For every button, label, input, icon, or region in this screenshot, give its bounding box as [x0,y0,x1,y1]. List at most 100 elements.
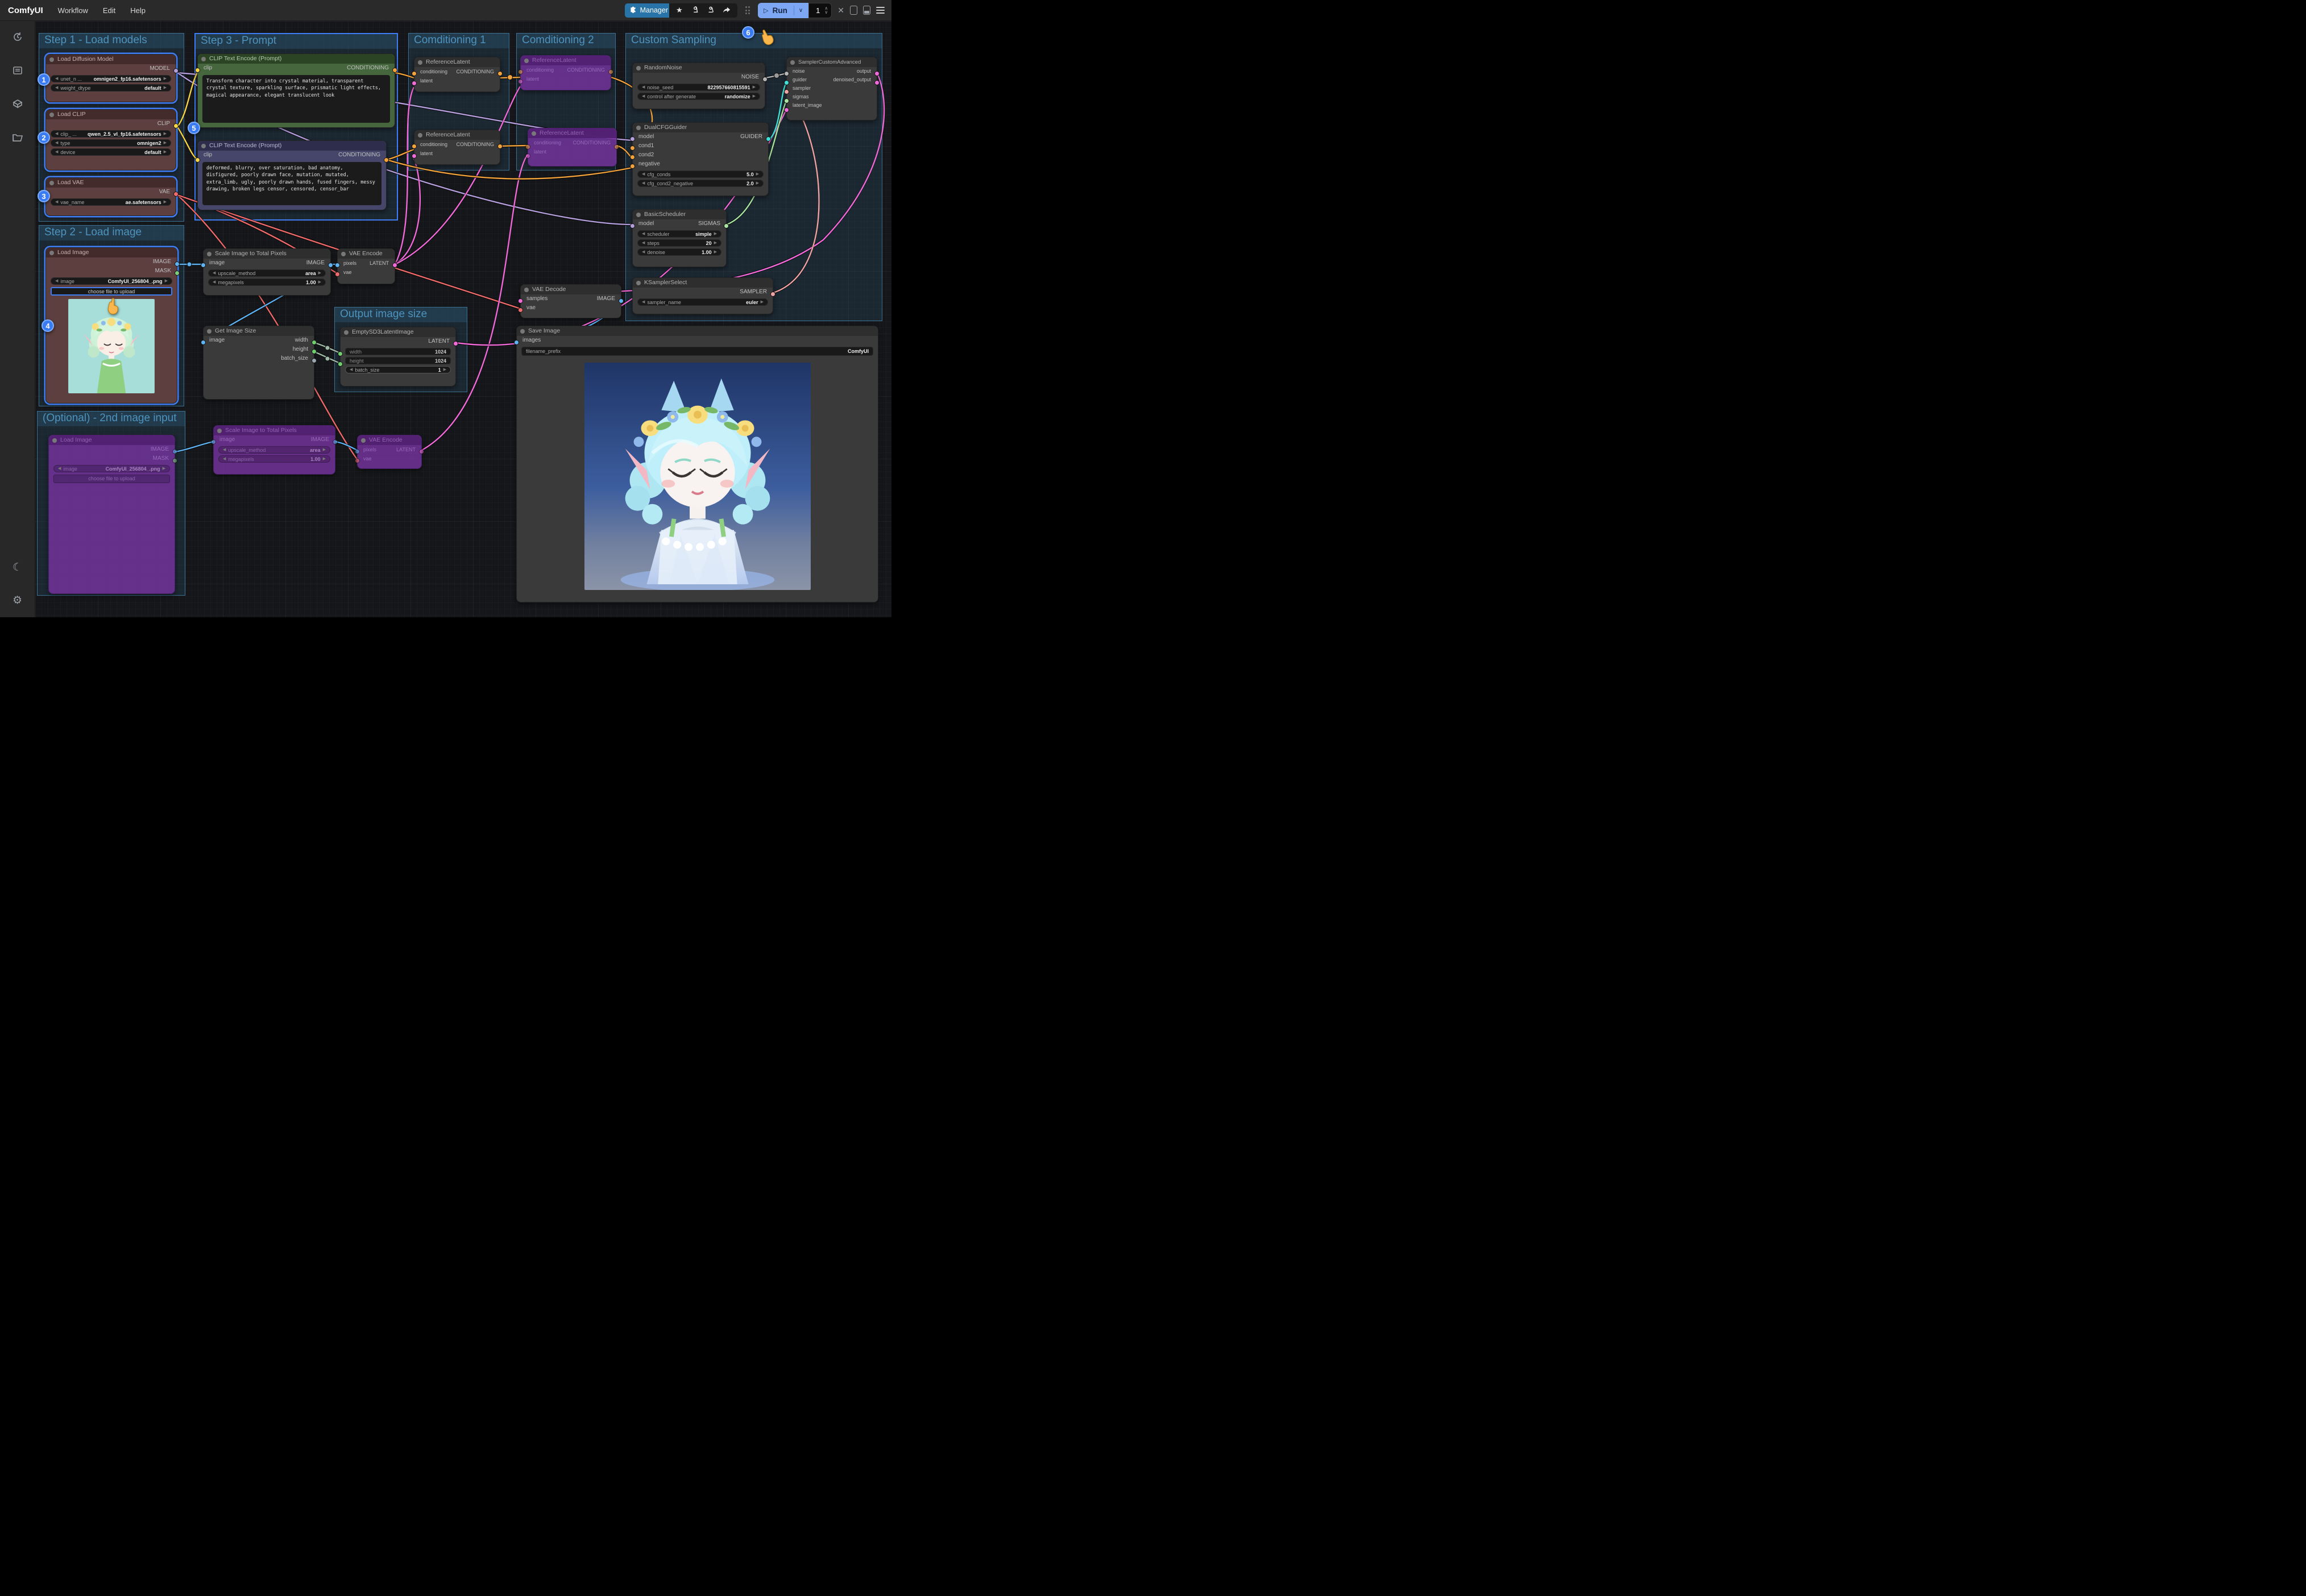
collapse-dot[interactable] [49,113,54,117]
collapse-dot[interactable] [524,288,529,292]
node-reference-latent-2b-muted[interactable]: ReferenceLatent conditioningCONDITIONING… [528,128,617,167]
slot-vae-input[interactable] [355,458,360,463]
widget-vae-name[interactable]: ◀vae_nameae.safetensors▶ [51,198,171,206]
slot-vae-input[interactable] [518,307,523,313]
choose-file-button[interactable]: choose file to upload [53,475,170,483]
slot-clip-output[interactable] [173,123,179,128]
widget-upscale-method[interactable]: ◀upscale_methodarea▶ [208,269,326,277]
slot-image-output[interactable] [333,439,338,444]
slot-clip-input[interactable] [195,157,200,163]
node-ksampler-select[interactable]: KSamplerSelect SAMPLER ◀sampler_nameeule… [632,277,773,314]
node-dual-cfg-guider[interactable]: DualCFGGuider modelGUIDER cond1 cond2 ne… [632,122,769,196]
clear-queue-icon[interactable]: ✕ [837,6,844,15]
panel-toggle-icon[interactable] [863,6,870,15]
slot-height-input[interactable] [338,361,343,367]
node-load-clip[interactable]: Load CLIP CLIP ◀clip_ ...qwen_2.5_vl_fp1… [45,109,176,171]
window-icon[interactable] [850,6,857,15]
slot-conditioning-output[interactable] [608,69,613,74]
collapse-dot[interactable] [361,438,366,443]
slot-image-input[interactable] [201,340,206,345]
widget-height-connected[interactable]: height1024 [345,357,451,364]
menu-workflow[interactable]: Workflow [58,6,88,15]
collapse-dot[interactable] [207,252,211,256]
clean-icon-1[interactable] [691,6,699,15]
collapse-dot[interactable] [207,329,211,334]
slot-mask-output[interactable] [172,458,177,463]
slot-sampler-output[interactable] [770,292,775,297]
share-icon[interactable] [723,6,731,15]
choose-file-button[interactable]: choose file to upload [51,287,172,296]
prompt-textarea-negative[interactable]: deformed, blurry, over saturation, bad a… [202,162,381,205]
node-vae-decode[interactable]: VAE Decode samplesIMAGE vae [520,284,621,318]
collapse-dot[interactable] [520,329,525,334]
node-reference-latent-1a[interactable]: ReferenceLatent conditioningCONDITIONING… [414,57,500,92]
history-icon[interactable] [12,31,23,43]
slot-conditioning-output[interactable] [497,71,503,76]
menu-edit[interactable]: Edit [103,6,115,15]
collapse-dot[interactable] [532,131,536,136]
collapse-dot[interactable] [201,144,206,148]
batch-count-stepper[interactable]: 1 ∧∨ [808,3,832,18]
image-preview-output[interactable] [584,363,811,590]
reroute-dot-noise[interactable] [774,73,779,78]
slot-output[interactable] [874,71,880,76]
collapse-dot[interactable] [418,60,422,65]
node-scale-image-1[interactable]: Scale Image to Total Pixels imageIMAGE ◀… [203,248,331,296]
widget-megapixels[interactable]: ◀megapixels1.00▶ [218,455,330,463]
node-empty-sd3-latent[interactable]: EmptySD3LatentImage LATENT width1024 hei… [340,327,456,386]
slot-model-input[interactable] [630,136,635,142]
node-reference-latent-2a-muted[interactable]: ReferenceLatent conditioningCONDITIONING… [520,55,611,90]
widget-upscale-method[interactable]: ◀upscale_methodarea▶ [218,446,330,454]
slot-pixels-input[interactable] [355,449,360,454]
slot-latent-output[interactable] [419,449,424,454]
collapse-dot[interactable] [52,438,57,443]
slot-image-output[interactable] [619,298,624,304]
reroute-dot-width[interactable] [325,346,330,350]
collapse-dot[interactable] [636,66,641,70]
slot-image-input[interactable] [211,439,216,444]
widget-cfg-conds[interactable]: ◀cfg_conds5.0▶ [637,171,764,178]
workflows-folder-icon[interactable] [12,132,23,143]
widget-image-file[interactable]: ◀imageComfyUI_256804_.png▶ [53,465,170,472]
widget-clip-type[interactable]: ◀typeomnigen2▶ [51,139,171,147]
node-load-diffusion-model[interactable]: Load Diffusion Model MODEL ◀unet_n ...om… [45,54,176,102]
slot-latent-output[interactable] [453,341,458,346]
node-reference-latent-1b[interactable]: ReferenceLatent conditioningCONDITIONING… [414,130,500,165]
slot-latent-input[interactable] [412,81,417,86]
run-button[interactable]: ▷ Run ∨ [758,3,808,18]
settings-gear-icon[interactable]: ⚙ [13,594,22,607]
slot-conditioning-output[interactable] [384,157,389,163]
collapse-dot[interactable] [636,126,641,130]
widget-noise-seed[interactable]: ◀noise_seed822957660815591▶ [637,84,760,91]
collapse-dot[interactable] [524,59,529,63]
slot-latent-output[interactable] [392,263,397,268]
node-scale-image-2-muted[interactable]: Scale Image to Total Pixels imageIMAGE ◀… [213,425,335,475]
slot-width-input[interactable] [338,351,343,356]
slot-images-input[interactable] [514,340,519,345]
collapse-dot[interactable] [217,429,222,433]
queue-icon[interactable] [12,65,23,76]
slot-model-input[interactable] [630,223,635,228]
slot-batch-size-output[interactable] [312,358,317,363]
node-library-icon[interactable] [12,98,23,110]
collapse-dot[interactable] [344,330,349,335]
widget-clip-device[interactable]: ◀devicedefault▶ [51,148,171,156]
slot-width-output[interactable] [312,340,317,345]
widget-batch-size[interactable]: ◀batch_size1▶ [345,366,451,373]
slot-conditioning-input[interactable] [412,71,417,76]
app-logo[interactable]: ComfyUI [8,6,43,15]
node-load-vae[interactable]: Load VAE VAE ◀vae_nameae.safetensors▶ [45,177,176,216]
slot-clip-input[interactable] [195,68,200,73]
reroute-dot-image[interactable] [187,262,192,267]
slot-vae-input[interactable] [335,272,340,277]
widget-megapixels[interactable]: ◀megapixels1.00▶ [208,279,326,286]
slot-mask-output[interactable] [175,271,180,276]
prompt-textarea-positive[interactable]: Transform character into crystal materia… [202,75,390,123]
slot-conditioning-input[interactable] [525,144,530,149]
theme-moon-icon[interactable]: ☾ [13,561,22,574]
node-vae-encode-2-muted[interactable]: VAE Encode pixelsLATENT vae [357,435,422,469]
run-options-chevron-icon[interactable]: ∨ [794,6,806,15]
widget-cfg-cond2-negative[interactable]: ◀cfg_cond2_negative2.0▶ [637,180,764,187]
slot-latent-input[interactable] [412,153,417,159]
slot-image-output[interactable] [175,261,180,267]
